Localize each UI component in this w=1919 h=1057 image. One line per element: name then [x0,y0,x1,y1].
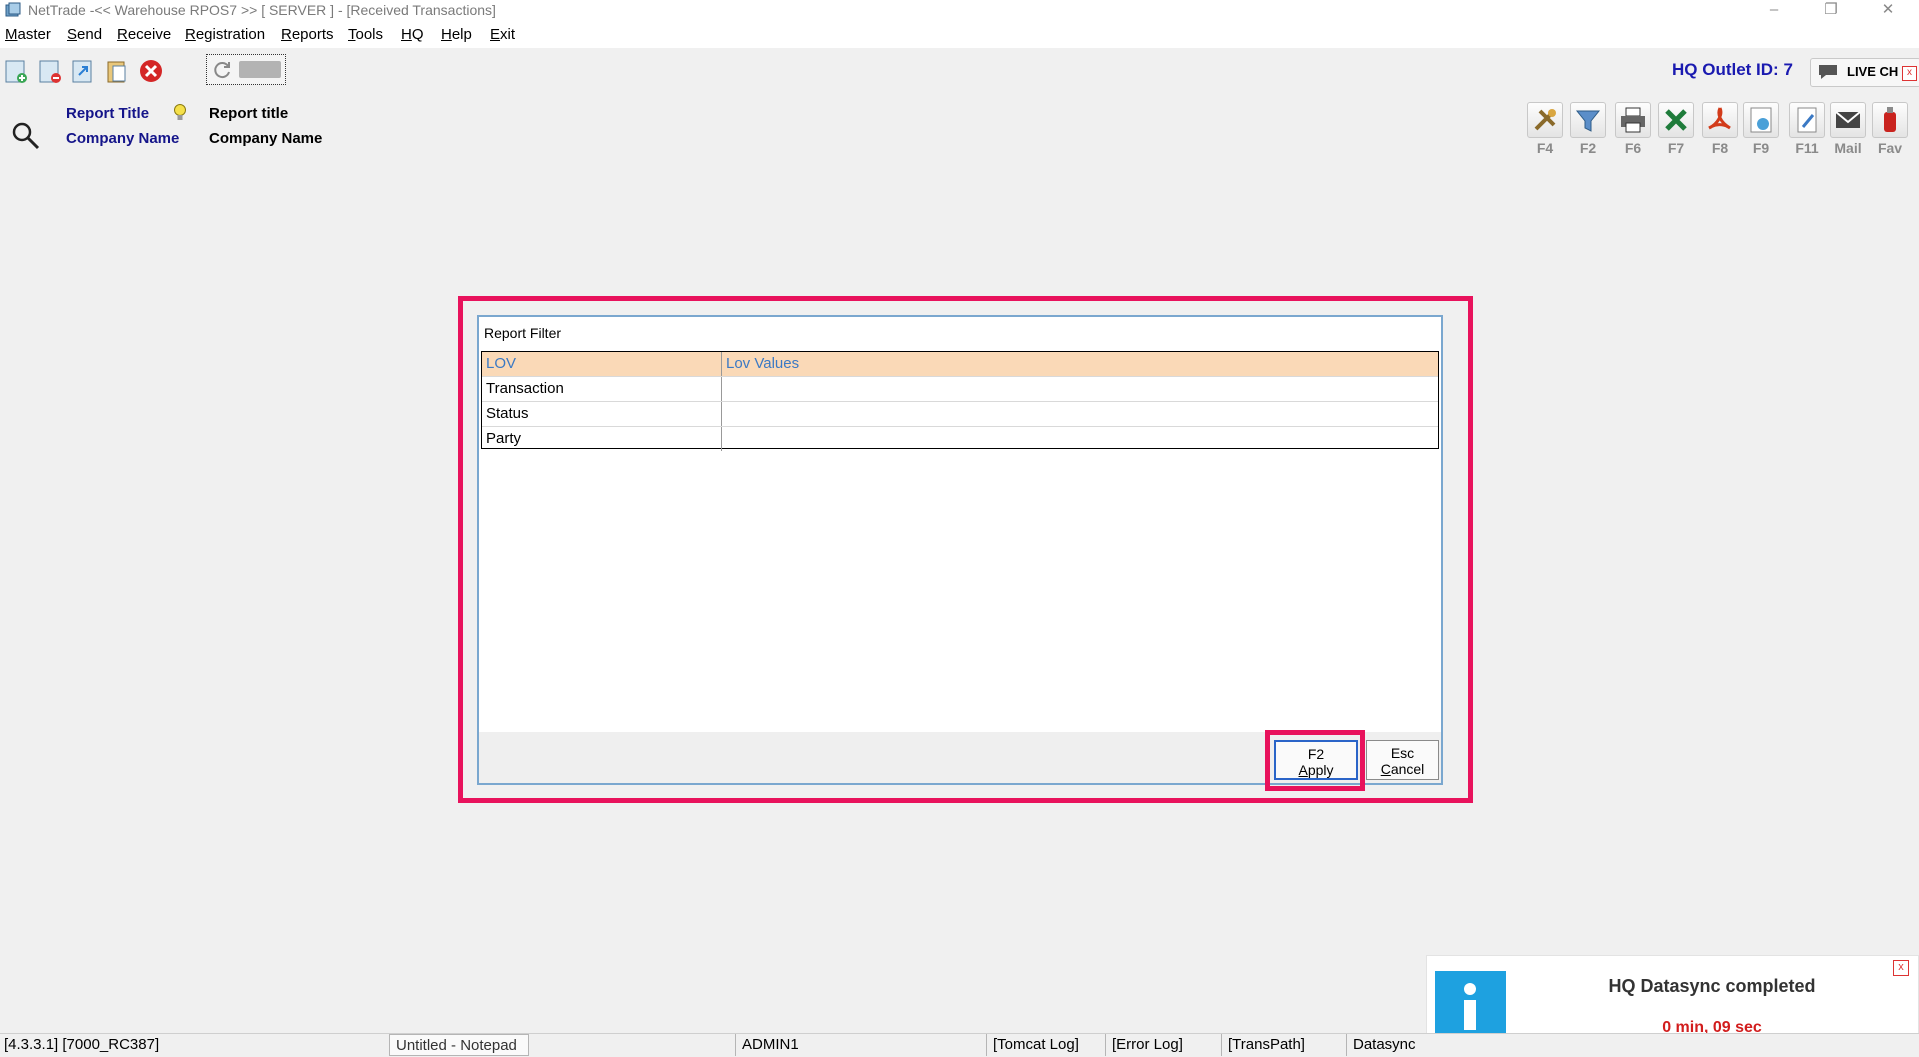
version-status: [4.3.3.1] [7000_RC387] [4,1036,160,1053]
cancel-button[interactable]: Esc Cancel [1366,740,1439,780]
mail-icon [1830,102,1866,138]
cancel-key-label: Esc [1390,745,1415,761]
hq-outlet-id: HQ Outlet ID: 7 [1672,60,1793,79]
user-status: ADMIN1 [735,1034,985,1056]
column-header-lov[interactable]: LOV [482,352,722,376]
cancel-label: Cancel [1380,761,1425,777]
globe-document-icon [1743,102,1779,138]
favourite-button[interactable]: Fav [1871,102,1909,156]
lov-cell: Party [482,427,722,451]
menu-hq[interactable]: HQ [401,26,424,43]
mail-button[interactable]: Mail [1829,102,1867,156]
tools-icon [1527,102,1563,138]
lov-cell: Status [482,402,722,426]
lov-value-field[interactable] [722,402,1438,426]
window-title: NetTrade -<< Warehouse RPOS7 >> [ SERVER… [28,2,496,18]
lov-cell: Transaction [482,377,722,401]
menu-reports[interactable]: Reports [281,26,334,43]
table-row[interactable]: Status [482,402,1438,427]
company-name-value: Company Name [209,130,323,147]
column-header-lov-values[interactable]: Lov Values [722,352,1438,376]
minimize-button[interactable]: – [1751,0,1797,22]
notification-title: HQ Datasync completed [1608,976,1816,996]
pdf-f8-button[interactable]: F8 [1701,102,1739,156]
printer-icon [1615,102,1651,138]
settings-f4-button[interactable]: F4 [1526,102,1564,156]
refresh-icon [214,62,230,79]
pdf-icon [1702,102,1738,138]
f11-key-label: F11 [1795,140,1819,156]
report-filter-dialog: Report Filter LOV Lov Values Transaction… [477,315,1443,785]
paste-icon[interactable] [104,57,130,85]
close-button[interactable]: ✕ [1865,0,1911,22]
lov-grid: LOV Lov Values Transaction Status Party [481,351,1439,452]
transpath-link[interactable]: [TransPath] [1221,1034,1345,1056]
live-chat-label: LIVE CH [1847,64,1899,79]
app-icon [5,2,21,17]
apply-highlight-frame [1265,730,1365,791]
notification-close-icon[interactable]: x [1893,960,1909,976]
favourite-icon [1872,102,1908,138]
lov-value-field[interactable] [722,377,1438,401]
table-row[interactable]: Party [482,427,1438,452]
search-icon[interactable] [10,120,42,152]
f8-key-label: F8 [1711,140,1729,156]
filter-f2-button[interactable]: F2 [1569,102,1607,156]
lov-value-field[interactable] [722,427,1438,451]
f6-key-label: F6 [1624,140,1642,156]
report-title-value: Report title [209,105,289,122]
datasync-status: Datasync [1346,1034,1426,1056]
company-name-label: Company Name [66,130,180,147]
notepad-taskbar-item[interactable]: Untitled - Notepad [389,1034,529,1056]
edit-document-icon [1789,102,1825,138]
restore-button[interactable]: ❐ [1808,0,1854,22]
print-f6-button[interactable]: F6 [1614,102,1652,156]
info-icon [1435,971,1506,1042]
excel-f7-button[interactable]: F7 [1657,102,1695,156]
f4-key-label: F4 [1536,140,1554,156]
menu-master[interactable]: Master [5,26,51,43]
table-row[interactable]: Transaction [482,377,1438,402]
dialog-title: Report Filter [484,325,562,341]
filter-icon [1570,102,1606,138]
new-document-icon[interactable] [3,57,29,85]
refresh-toggle[interactable] [206,54,286,85]
web-f9-button[interactable]: F9 [1742,102,1780,156]
grid-header-row: LOV Lov Values [482,352,1438,377]
error-log-link[interactable]: [Error Log] [1105,1034,1220,1056]
edit-f11-button[interactable]: F11 [1788,102,1826,156]
menu-help[interactable]: Help [441,26,472,43]
menu-receive[interactable]: Receive [117,26,171,43]
fav-key-label: Fav [1877,140,1903,156]
f2-key-label: F2 [1579,140,1597,156]
menu-bar: Master Send Receive Registration Reports… [0,22,1919,48]
cancel-icon[interactable] [138,57,164,85]
f9-key-label: F9 [1752,140,1770,156]
excel-icon [1658,102,1694,138]
report-title-label: Report Title [66,105,150,122]
progress-bar [239,61,281,78]
export-document-icon[interactable] [70,57,96,85]
chat-bubble-icon [1819,65,1837,79]
mail-key-label: Mail [1834,140,1862,156]
delete-document-icon[interactable] [37,57,63,85]
f7-key-label: F7 [1667,140,1685,156]
live-chat-button[interactable]: LIVE CH x [1810,58,1919,87]
menu-registration[interactable]: Registration [185,26,265,43]
menu-send[interactable]: Send [67,26,102,43]
lightbulb-icon[interactable] [172,103,188,123]
tomcat-log-link[interactable]: [Tomcat Log] [986,1034,1104,1056]
status-bar: [4.3.3.1] [7000_RC387] Untitled - Notepa… [0,1033,1919,1057]
title-bar: NetTrade -<< Warehouse RPOS7 >> [ SERVER… [0,0,1919,22]
menu-exit[interactable]: Exit [490,26,515,43]
menu-tools[interactable]: Tools [348,26,383,43]
live-chat-close-icon[interactable]: x [1902,66,1917,81]
